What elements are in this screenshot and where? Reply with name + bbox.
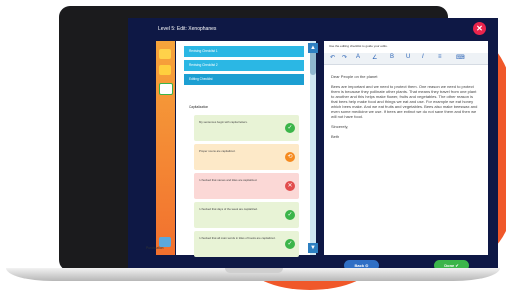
checklist-item: I checked that days of the week are capi…	[194, 202, 299, 228]
accordion-editing[interactable]: Editing Checklist	[184, 74, 304, 85]
italic-icon[interactable]: I	[422, 54, 424, 60]
app-screen: Level 5: Edit: Xenophanes ✕ Revising Che…	[128, 18, 498, 270]
undo-icon[interactable]: ↶	[330, 54, 335, 61]
checklist-item: I checked that names and titles are capi…	[194, 173, 299, 199]
tool-strip	[156, 41, 175, 255]
retry-button[interactable]: ⟲	[285, 152, 295, 162]
checklist-item: My sentences begin with capital letters.…	[194, 115, 299, 141]
keyboard-icon[interactable]: ⌨	[456, 54, 465, 61]
scroll-up-icon[interactable]: ▲	[308, 43, 318, 53]
checklist-item: Proper nouns are capitalized. ⟲	[194, 144, 299, 170]
section-label: Capitalization	[189, 105, 209, 109]
window-title: Level 5: Edit: Xenophanes	[158, 26, 217, 32]
checklist-icon[interactable]	[159, 83, 173, 95]
check-button[interactable]: ✓	[285, 210, 295, 220]
editor-signature: Beth	[331, 134, 340, 139]
editor-closing: Sincerely,	[331, 124, 349, 129]
font-color-icon[interactable]: A	[356, 54, 360, 60]
scrollbar[interactable]	[310, 41, 316, 255]
editor-textarea[interactable]: Dear People on the planet Bees are impor…	[331, 74, 479, 144]
editor-greeting: Dear People on the planet	[331, 74, 378, 79]
editor-hint: Use the editing checklist to guide your …	[329, 44, 388, 48]
check-button[interactable]: ✓	[285, 123, 295, 133]
next-section-label: Punctuation	[146, 246, 164, 250]
note-icon[interactable]	[159, 49, 171, 59]
highlight-icon[interactable]: ∠	[372, 54, 377, 61]
scroll-down-icon[interactable]: ▼	[308, 243, 318, 253]
underline-icon[interactable]: U	[406, 54, 410, 60]
laptop-notch	[225, 268, 283, 273]
accordion-revising-2[interactable]: Revising Checklist 2	[184, 60, 304, 71]
bold-icon[interactable]: B	[390, 54, 394, 60]
book-icon[interactable]	[159, 65, 171, 75]
checklist-panel: Revising Checklist 1 Revising Checklist …	[176, 41, 314, 257]
check-button[interactable]: ✓	[285, 239, 295, 249]
checklist-item: I checked that all main words in titles …	[194, 231, 299, 257]
redo-icon[interactable]: ↷	[342, 54, 347, 61]
wrong-button[interactable]: ✕	[285, 181, 295, 191]
close-icon[interactable]: ✕	[473, 22, 486, 35]
align-icon[interactable]: ≡	[438, 54, 442, 60]
editor-toolbar: ↶ ↷ A ∠ B U I ≡ ⌨	[324, 53, 488, 65]
editor-panel: Use the editing checklist to guide your …	[324, 41, 488, 270]
accordion-revising-1[interactable]: Revising Checklist 1	[184, 46, 304, 57]
laptop-lid: Level 5: Edit: Xenophanes ✕ Revising Che…	[59, 6, 498, 271]
editor-body: Bees are important and we need to protec…	[331, 84, 478, 119]
